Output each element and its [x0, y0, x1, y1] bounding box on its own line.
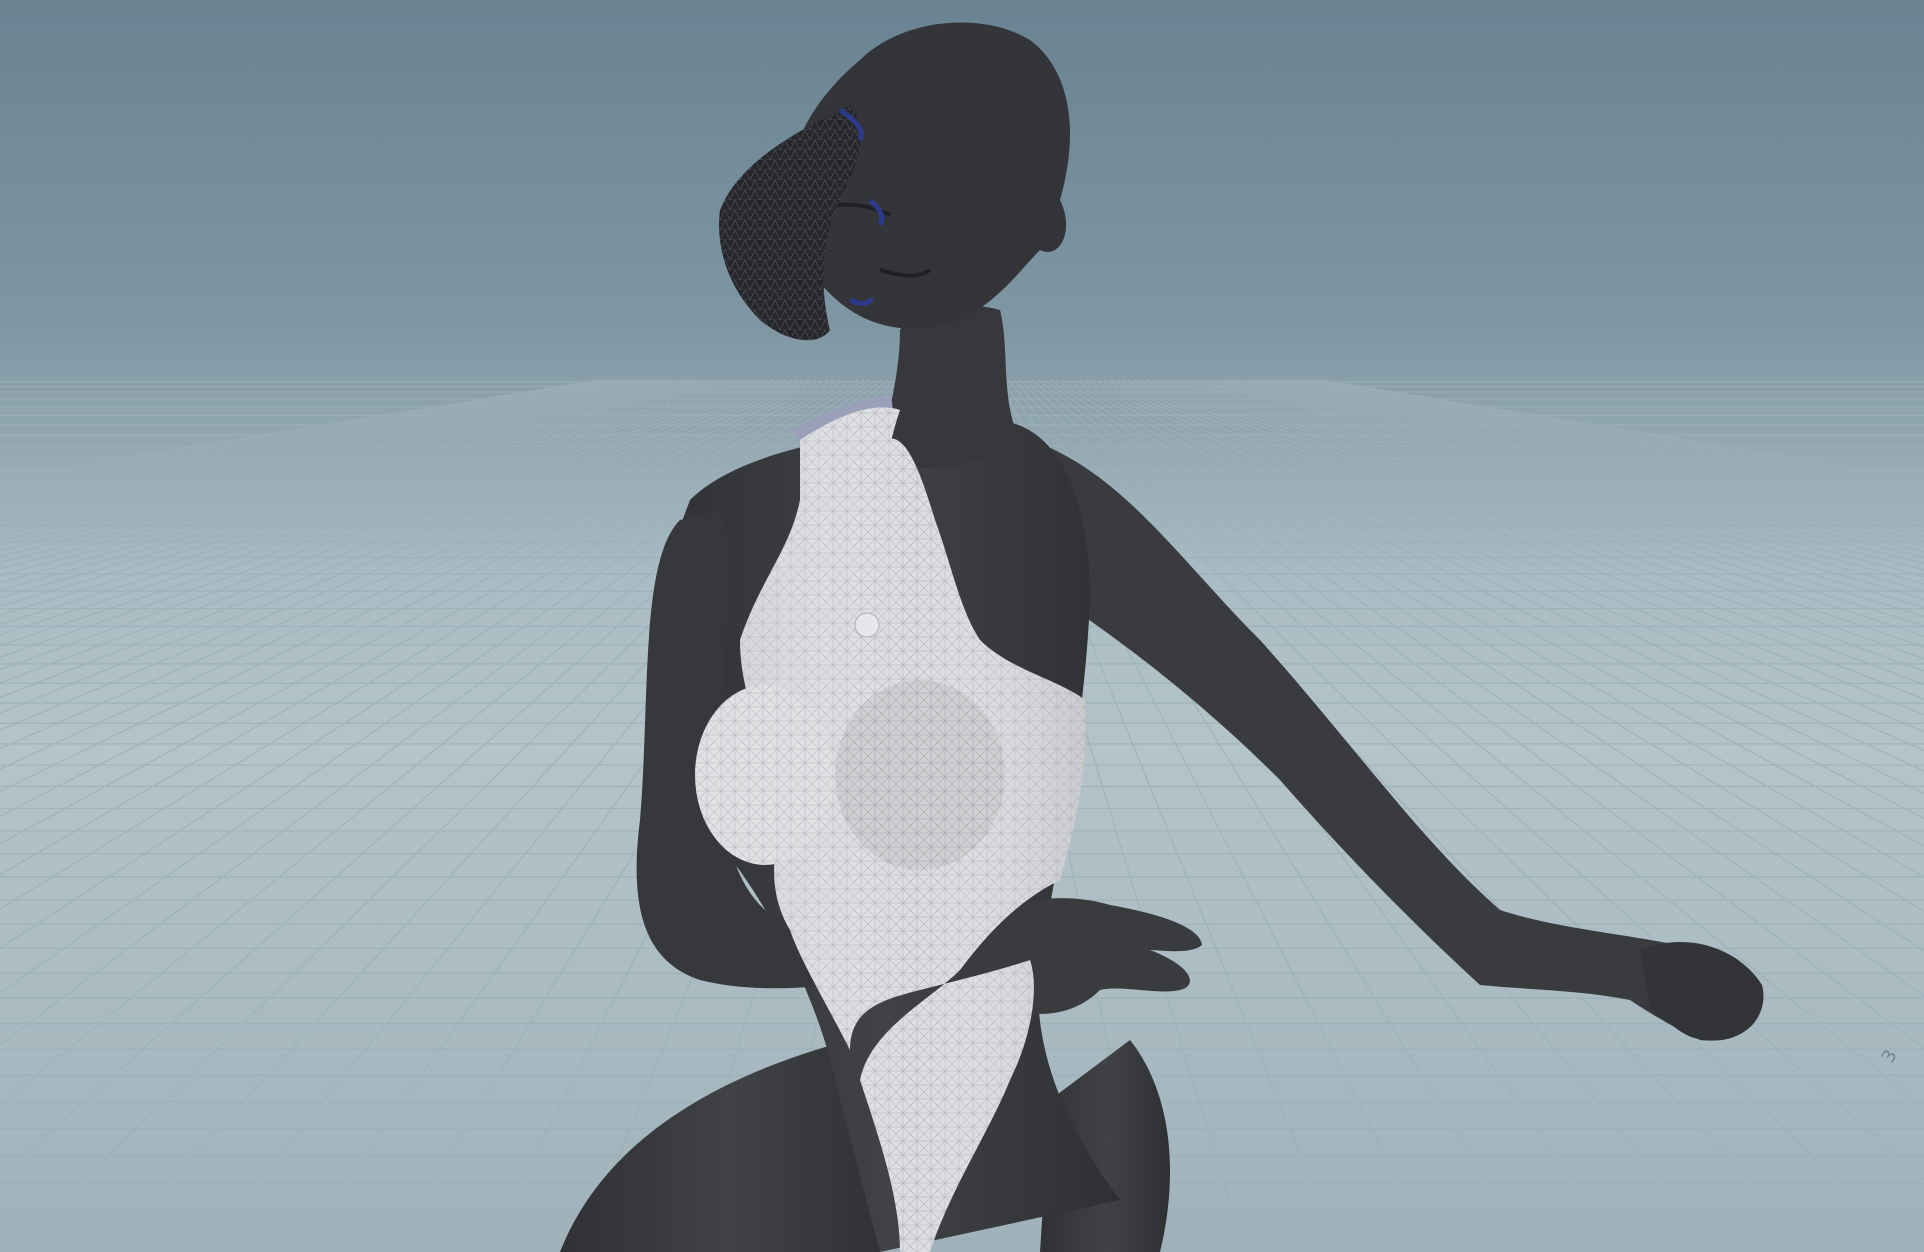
grid-line	[0, 379, 625, 490]
grid-line	[1091, 379, 1924, 752]
3d-viewport[interactable]: 3	[0, 0, 1924, 1252]
grid-line	[0, 379, 661, 510]
grid-line	[1097, 379, 1924, 733]
viewport-canvas[interactable]	[0, 0, 1924, 1252]
fist	[1640, 942, 1764, 1041]
grid-line	[0, 379, 703, 541]
grid-line	[1109, 379, 1924, 700]
grid-line	[1073, 379, 1924, 819]
grid-line	[0, 379, 691, 531]
character-body-icon[interactable]	[560, 22, 1764, 1252]
grid-line	[0, 379, 667, 514]
grid-line	[1133, 379, 1924, 648]
button	[854, 612, 880, 638]
grid-line	[1151, 379, 1924, 617]
grid-line	[1127, 379, 1924, 660]
grid-line	[0, 379, 637, 497]
grid-line	[0, 379, 619, 487]
grid-line	[0, 379, 649, 503]
grid-line	[0, 379, 751, 591]
grid-line	[1103, 379, 1924, 716]
grid-line	[0, 379, 745, 584]
grid-line	[1067, 379, 1924, 847]
